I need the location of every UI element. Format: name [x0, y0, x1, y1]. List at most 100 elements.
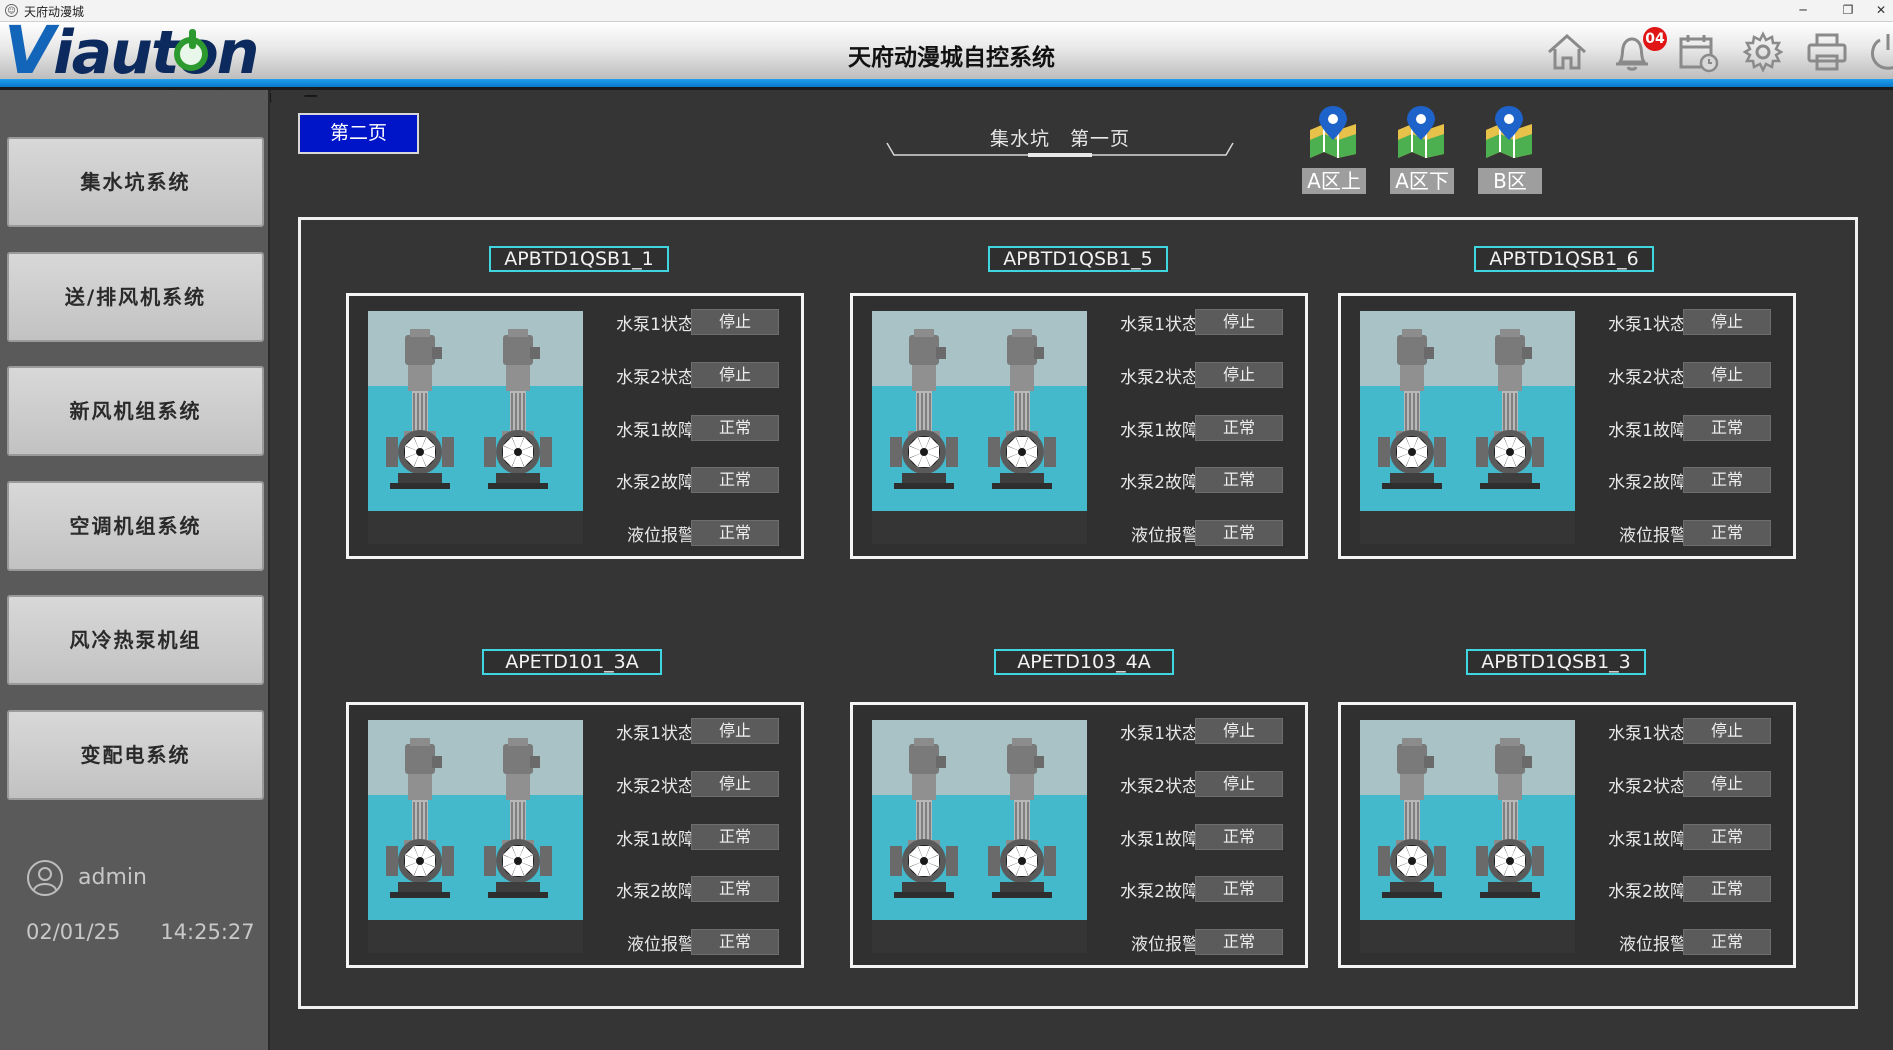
status-label: 水泵1状态: [616, 315, 695, 335]
status-label: 水泵1故障: [616, 421, 695, 441]
status-value: 停止: [691, 771, 779, 797]
page-heading: 集水坑 第一页: [886, 120, 1234, 160]
power-icon[interactable]: [1866, 30, 1893, 74]
status-label: 水泵2故障: [1120, 473, 1199, 493]
status-value: 正常: [1683, 415, 1771, 441]
map-pin-icon: [1398, 106, 1444, 158]
status-value: 正常: [691, 824, 779, 850]
status-value: 正常: [1195, 876, 1283, 902]
minimize-button[interactable]: ─: [1788, 1, 1818, 19]
status-label: 液位报警: [1619, 935, 1687, 955]
zone-label: A区下: [1390, 168, 1454, 194]
sidebar: 集水坑系统 送/排风机系统 新风机组系统 空调机组系统 风冷热泵机组 变配电系统: [0, 90, 270, 1050]
status-row: 液位报警 正常: [1093, 927, 1299, 957]
sump-unit-panel: 水泵1状态 停止 水泵2状态 停止 水泵1故障 正常 水泵2故障 正常 液位报警 正常: [1338, 293, 1796, 559]
status-value: 停止: [1195, 718, 1283, 744]
status-label: 水泵1状态: [1608, 724, 1687, 744]
status-value: 停止: [1683, 362, 1771, 388]
status-label: 水泵2故障: [1608, 473, 1687, 493]
status-value: 正常: [1683, 876, 1771, 902]
unit-label: APBTD1QSB1_6: [1474, 246, 1654, 272]
status-label: 水泵1状态: [1120, 724, 1199, 744]
nav-heat-pump[interactable]: 风冷热泵机组: [7, 595, 264, 685]
calendar-icon[interactable]: [1676, 30, 1720, 74]
status-label: 水泵2状态: [1608, 777, 1687, 797]
status-row: 水泵2状态 停止: [1581, 360, 1787, 390]
datetime: 02/01/25 14:25:27: [26, 920, 255, 944]
user-icon: [26, 859, 64, 897]
gear-icon[interactable]: [1741, 30, 1785, 74]
status-row: 水泵1状态 停止: [589, 716, 795, 746]
pump-icon: [872, 311, 1087, 544]
status-value: 停止: [691, 718, 779, 744]
status-label: 水泵1故障: [1608, 830, 1687, 850]
current-date: 02/01/25: [26, 920, 121, 944]
restore-button[interactable]: ❐: [1833, 1, 1863, 19]
logo-text: Viauton: [4, 12, 259, 89]
status-value: 停止: [1683, 718, 1771, 744]
status-value: 正常: [1683, 520, 1771, 546]
status-label: 水泵2状态: [1608, 368, 1687, 388]
map-pin-icon: [1486, 106, 1532, 158]
status-value: 停止: [1683, 771, 1771, 797]
sump-unit-panel: 水泵1状态 停止 水泵2状态 停止 水泵1故障 正常 水泵2故障 正常 液位报警 正常: [1338, 702, 1796, 968]
status-label: 水泵2故障: [616, 882, 695, 902]
status-row: 水泵1状态 停止: [1093, 716, 1299, 746]
app-title: 天府动漫城自控系统: [848, 45, 1055, 71]
sump-pit-illustration: [1360, 311, 1575, 544]
status-label: 液位报警: [1131, 935, 1199, 955]
nav-fan-system[interactable]: 送/排风机系统: [7, 252, 264, 342]
status-row: 水泵1状态 停止: [1581, 307, 1787, 337]
unit-label: APBTD1QSB1_1: [489, 246, 669, 272]
status-value: 正常: [1683, 929, 1771, 955]
status-row: 液位报警 正常: [589, 927, 795, 957]
status-value: 停止: [1195, 309, 1283, 335]
status-row: 水泵2状态 停止: [1093, 769, 1299, 799]
status-row: 水泵1状态 停止: [589, 307, 795, 337]
status-label: 水泵2状态: [616, 368, 695, 388]
status-value: 正常: [1195, 415, 1283, 441]
status-label: 水泵1状态: [616, 724, 695, 744]
unit-label: APETD101_3A: [482, 649, 662, 675]
status-label: 水泵2故障: [1120, 882, 1199, 902]
status-label: 水泵1状态: [1608, 315, 1687, 335]
status-row: 液位报警 正常: [1581, 927, 1787, 957]
zone-a-lower-button[interactable]: A区下: [1390, 104, 1454, 194]
status-label: 水泵1故障: [1608, 421, 1687, 441]
logo: Viauton: [4, 12, 259, 89]
status-value: 正常: [691, 876, 779, 902]
status-label: 水泵2故障: [616, 473, 695, 493]
status-row: 水泵2故障 正常: [1581, 874, 1787, 904]
unit-label: APBTD1QSB1_5: [988, 246, 1168, 272]
status-value: 正常: [691, 467, 779, 493]
pump-icon: [1360, 311, 1575, 544]
sump-pit-illustration: [368, 311, 583, 544]
printer-icon[interactable]: [1805, 30, 1849, 74]
status-label: 水泵2状态: [1120, 777, 1199, 797]
status-row: 水泵2故障 正常: [1093, 874, 1299, 904]
status-row: 水泵1状态 停止: [1581, 716, 1787, 746]
nav-ahu-system[interactable]: 空调机组系统: [7, 481, 264, 571]
status-value: 正常: [1195, 929, 1283, 955]
zone-b-button[interactable]: B区: [1478, 104, 1542, 194]
zone-a-upper-button[interactable]: A区上: [1302, 104, 1366, 194]
page-two-button[interactable]: 第二页: [298, 113, 419, 154]
status-row: 水泵2状态 停止: [1093, 360, 1299, 390]
status-label: 水泵1故障: [616, 830, 695, 850]
nav-sump-system[interactable]: 集水坑系统: [7, 137, 264, 227]
close-button[interactable]: ✕: [1866, 1, 1893, 19]
status-row: 水泵2状态 停止: [589, 360, 795, 390]
status-row: 液位报警 正常: [589, 518, 795, 548]
status-row: 水泵1故障 正常: [1093, 413, 1299, 443]
status-value: 停止: [1195, 362, 1283, 388]
home-icon[interactable]: [1545, 30, 1589, 74]
nav-fresh-air-system[interactable]: 新风机组系统: [7, 366, 264, 456]
status-row: 水泵2故障 正常: [589, 874, 795, 904]
status-label: 水泵1故障: [1120, 421, 1199, 441]
heading-underline: [886, 142, 1234, 157]
status-value: 正常: [691, 520, 779, 546]
nav-power-distribution[interactable]: 变配电系统: [7, 710, 264, 800]
status-row: 水泵1故障 正常: [1581, 413, 1787, 443]
status-value: 停止: [691, 309, 779, 335]
notification-badge: 04: [1643, 27, 1667, 51]
